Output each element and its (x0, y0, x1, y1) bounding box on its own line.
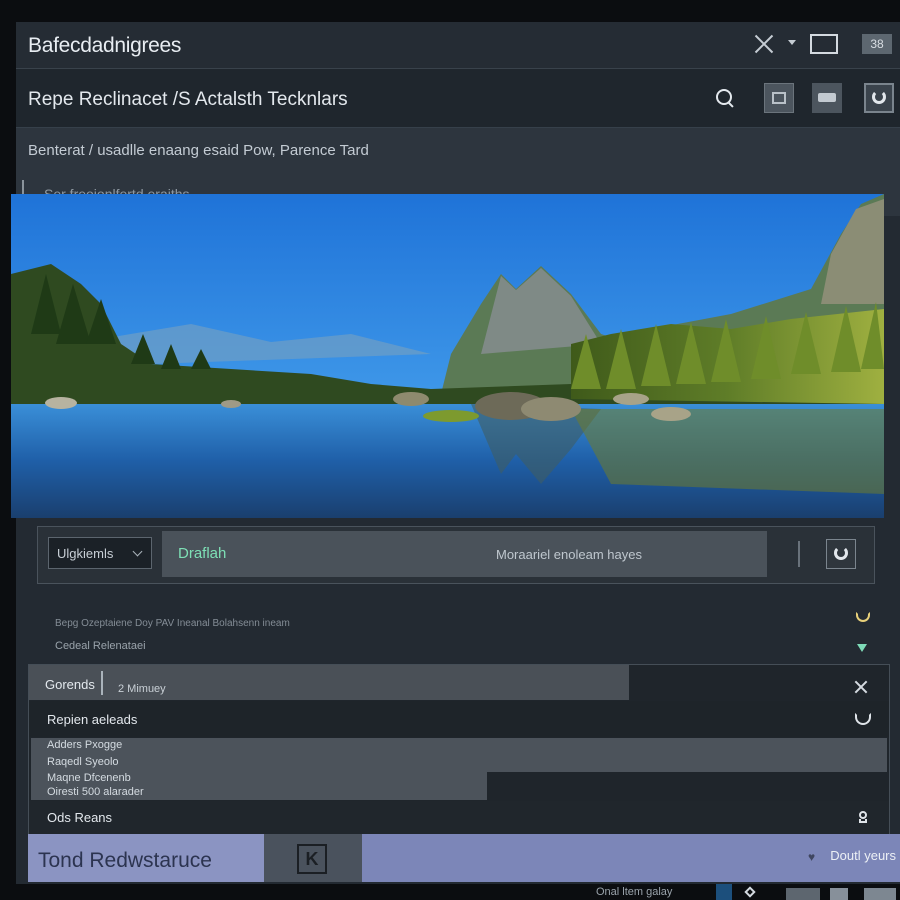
status-tool-block: K (264, 834, 362, 882)
landscape-image (11, 194, 884, 518)
k-icon[interactable]: K (297, 844, 327, 874)
list-item[interactable]: Raqedl Syeolo (47, 756, 119, 768)
taskbar: Onal ltem galay (0, 884, 900, 900)
panel-title[interactable]: Gorends (45, 677, 95, 692)
mode-select-value: Ulgkiemls (57, 546, 114, 561)
diamond-icon[interactable] (744, 886, 756, 898)
sync-icon (834, 546, 848, 560)
breadcrumb[interactable]: Benterat / usadlle enaang esaid Pow, Par… (28, 142, 369, 159)
message-icon[interactable] (830, 888, 848, 900)
maximize-button[interactable] (810, 34, 838, 54)
status-title: Tond Redwstaruce (38, 849, 212, 872)
status-bar: Tond Redwstaruce K ♥ Doutl yeurs (28, 834, 900, 882)
taskbar-app-icon[interactable] (716, 884, 732, 900)
list-footer-label: Ods Reans (47, 810, 113, 825)
note-line: Bepg Ozeptaiene Doy PAV Ineanal Bolahsen… (55, 618, 290, 629)
status-right-text[interactable]: Doutl yeurs (830, 848, 896, 863)
device-icon[interactable] (812, 83, 842, 113)
status-title-block: Tond Redwstaruce (28, 834, 264, 882)
mode-select[interactable]: Ulgkiemls (48, 537, 152, 569)
list-item[interactable]: Adders Pxogge (47, 739, 122, 751)
draft-meta: Moraariel enoleam hayes (496, 547, 642, 562)
chevron-down-icon (132, 546, 143, 557)
page-title: Repe Reclinacet /S Actalsth Tecknlars (28, 89, 348, 110)
taskbar-text: Onal ltem galay (596, 886, 673, 898)
title-bar: Bafecdadnigrees 38 (16, 22, 900, 69)
triangle-down-icon[interactable] (857, 644, 867, 652)
list-header-row[interactable]: Repien aeleads (29, 701, 889, 737)
search-icon[interactable] (714, 87, 736, 109)
note-line: Cedeal Relenataei (55, 640, 146, 652)
heart-icon: ♥ (808, 850, 816, 864)
list-item[interactable]: Oiresti 500 alarader (47, 786, 144, 798)
frame-icon[interactable] (764, 83, 794, 113)
tray-icon[interactable] (864, 888, 896, 900)
list-footer-row[interactable]: Ods Reans (29, 801, 889, 835)
app-title: Bafecdadnigrees (28, 34, 182, 57)
draft-field[interactable]: Draflah Moraariel enoleam hayes (162, 531, 767, 577)
close-icon[interactable] (853, 679, 869, 695)
panel-header: Gorends 2 Mimuey (29, 665, 629, 700)
list-item[interactable]: Maqne Dfcenenb (47, 772, 131, 784)
camera-icon[interactable] (786, 888, 820, 900)
smile-icon[interactable] (855, 713, 871, 725)
page-header: Repe Reclinacet /S Actalsth Tecknlars (16, 69, 900, 128)
close-icon[interactable] (752, 32, 776, 56)
list-header-label: Repien aeleads (47, 712, 138, 727)
refresh-icon[interactable] (864, 83, 894, 113)
tab-divider (101, 671, 103, 695)
list-group (31, 738, 887, 772)
editor-toolbar: Ulgkiemls Draflah Moraariel enoleam haye… (37, 526, 875, 584)
panel-meta: 2 Mimuey (118, 683, 166, 695)
chevron-down-icon[interactable] (788, 40, 796, 45)
draft-label: Draflah (178, 545, 227, 562)
notification-badge[interactable]: 38 (862, 34, 892, 54)
details-panel: Gorends 2 Mimuey Repien aeleads Adders P… (28, 664, 890, 836)
sync-button[interactable] (826, 539, 856, 569)
toolbar-divider (798, 541, 800, 567)
user-icon[interactable] (859, 811, 867, 823)
